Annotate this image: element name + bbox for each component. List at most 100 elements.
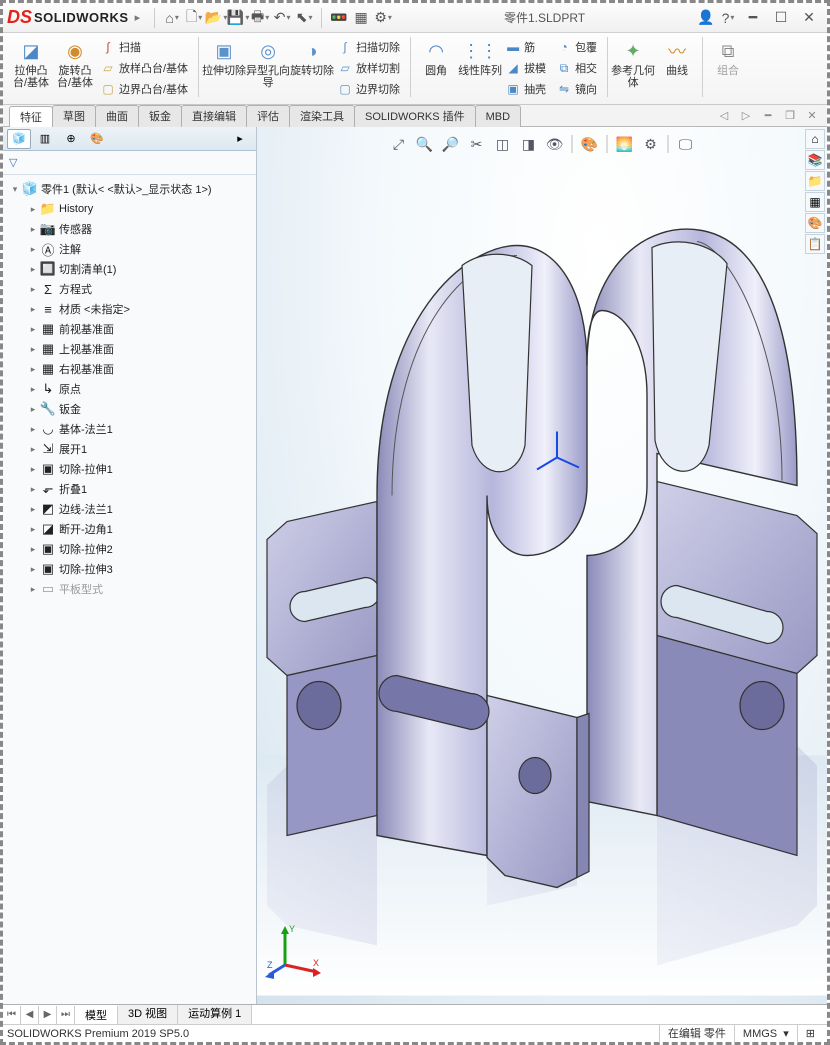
new-file-icon[interactable]: 🗋▾: [183, 7, 205, 29]
hide-show-icon[interactable]: 👁: [544, 133, 566, 155]
loft-button[interactable]: ▱放样凸台/基体: [97, 58, 191, 78]
tree-item[interactable]: ▸▭平板型式: [5, 579, 254, 599]
select-icon[interactable]: ⬉▾: [293, 7, 315, 29]
tree-item[interactable]: ▸🔲切割清单(1): [5, 259, 254, 279]
tree-item[interactable]: ▸▦上视基准面: [5, 339, 254, 359]
view-triad[interactable]: Y X Z: [265, 920, 325, 980]
tree-item[interactable]: ▸▦右视基准面: [5, 359, 254, 379]
status-units[interactable]: MMGS ▾: [734, 1025, 797, 1043]
doc-restore-icon[interactable]: ❐: [781, 107, 799, 125]
tab-next-icon[interactable]: ▷: [737, 107, 755, 125]
edit-appearance-icon[interactable]: 🎨: [579, 133, 601, 155]
print-icon[interactable]: 🖶▾: [249, 7, 271, 29]
save-icon[interactable]: 💾▾: [227, 7, 249, 29]
tree-item[interactable]: ▸▣切除-拉伸3: [5, 559, 254, 579]
extrude-cut-button[interactable]: ▣ 拉伸切除: [202, 37, 246, 101]
tree-item[interactable]: ▸Ⓐ注解: [5, 239, 254, 259]
sweep-button[interactable]: ∫扫描: [97, 37, 191, 57]
tree-root[interactable]: ▾🧊 零件1 (默认< <默认>_显示状态 1>): [5, 179, 254, 199]
tree-tab-featuremanager[interactable]: 🧊: [7, 129, 31, 149]
taskpane-file-explorer-icon[interactable]: 📁: [805, 171, 825, 191]
section-view-icon[interactable]: ✂: [466, 133, 488, 155]
graphics-viewport[interactable]: ⤢ 🔍 🔎 ✂ ◫ ◨ 👁 🎨 🌅 ⚙ 🖵 ⌂ 📚 📁 ▦ 🎨 📋: [257, 127, 827, 1004]
tab-nav-next-icon[interactable]: ▶: [39, 1006, 57, 1024]
extrude-boss-button[interactable]: ◪ 拉伸凸台/基体: [9, 37, 53, 101]
zoom-area-icon[interactable]: 🔍: [414, 133, 436, 155]
tree-item[interactable]: ▸▣切除-拉伸1: [5, 459, 254, 479]
minimize-button[interactable]: ━: [739, 7, 767, 29]
maximize-button[interactable]: ☐: [767, 7, 795, 29]
doc-close-icon[interactable]: ✕: [803, 107, 821, 125]
intersect-button[interactable]: ⧉相交: [553, 58, 600, 78]
tab-direct-edit[interactable]: 直接编辑: [181, 105, 247, 127]
expand-menu-icon[interactable]: ▸: [135, 11, 141, 24]
fillet-button[interactable]: ◠ 圆角: [414, 37, 458, 101]
tree-item[interactable]: ▸≡材质 <未指定>: [5, 299, 254, 319]
tab-mbd[interactable]: MBD: [475, 105, 521, 127]
view-orientation-icon[interactable]: ◫: [492, 133, 514, 155]
tree-tab-more[interactable]: ▸: [228, 129, 252, 149]
open-icon[interactable]: 📂▾: [205, 7, 227, 29]
user-icon[interactable]: 👤: [695, 7, 717, 29]
help-icon[interactable]: ?▾: [717, 7, 739, 29]
options-icon[interactable]: ▦: [350, 7, 372, 29]
loft-cut-button[interactable]: ▱放样切割: [334, 58, 403, 78]
draft-button[interactable]: ◢拔模: [502, 58, 549, 78]
hole-wizard-button[interactable]: ◎ 异型孔向导: [246, 37, 290, 101]
taskpane-resources-icon[interactable]: ⌂: [805, 129, 825, 149]
tree-tab-displaymanager[interactable]: 🎨: [85, 129, 109, 149]
tree-item[interactable]: ▸⇲展开1: [5, 439, 254, 459]
feature-tree[interactable]: ▾🧊 零件1 (默认< <默认>_显示状态 1>) ▸📁History▸📷传感器…: [3, 175, 256, 1004]
tree-item[interactable]: ▸Σ方程式: [5, 279, 254, 299]
tree-item[interactable]: ▸↳原点: [5, 379, 254, 399]
boundary-button[interactable]: ▢边界凸台/基体: [97, 79, 191, 99]
taskpane-view-palette-icon[interactable]: ▦: [805, 192, 825, 212]
tree-item[interactable]: ▸🔧钣金: [5, 399, 254, 419]
bottom-tab-model[interactable]: 模型: [75, 1005, 118, 1025]
boundary-cut-button[interactable]: ▢边界切除: [334, 79, 403, 99]
curves-button[interactable]: 〰 曲线: [655, 37, 699, 101]
revolve-cut-button[interactable]: ◑ 旋转切除: [290, 37, 334, 101]
tree-filter[interactable]: ▽: [3, 151, 256, 175]
tree-item[interactable]: ▸◩边线-法兰1: [5, 499, 254, 519]
tree-item[interactable]: ▸📁History: [5, 199, 254, 219]
undo-icon[interactable]: ↶▾: [271, 7, 293, 29]
tree-item[interactable]: ▸⬐折叠1: [5, 479, 254, 499]
tab-nav-prev-icon[interactable]: ◀: [21, 1006, 39, 1024]
status-custom-icon[interactable]: ⊞: [797, 1025, 823, 1043]
mirror-button[interactable]: ⇋镜向: [553, 79, 600, 99]
tab-features[interactable]: 特征: [9, 106, 53, 128]
taskpane-appearances-icon[interactable]: 🎨: [805, 213, 825, 233]
doc-minimize-icon[interactable]: ━: [759, 107, 777, 125]
tree-tab-configmanager[interactable]: ⊕: [59, 129, 83, 149]
tree-item[interactable]: ▸◪断开-边角1: [5, 519, 254, 539]
zoom-fit-icon[interactable]: ⤢: [388, 133, 410, 155]
settings-icon[interactable]: ⚙▾: [372, 7, 394, 29]
render-icon[interactable]: 🖵: [675, 133, 697, 155]
bottom-tab-motion[interactable]: 运动算例 1: [178, 1005, 252, 1025]
display-style-icon[interactable]: ◨: [518, 133, 540, 155]
revolve-boss-button[interactable]: ◉ 旋转凸台/基体: [53, 37, 97, 101]
bottom-tab-3dview[interactable]: 3D 视图: [118, 1005, 178, 1025]
sweep-cut-button[interactable]: ∫扫描切除: [334, 37, 403, 57]
tree-item[interactable]: ▸📷传感器: [5, 219, 254, 239]
wrap-button[interactable]: ◔包覆: [553, 37, 600, 57]
tab-prev-icon[interactable]: ◁: [715, 107, 733, 125]
shell-button[interactable]: ▣抽壳: [502, 79, 549, 99]
tree-item[interactable]: ▸▣切除-拉伸2: [5, 539, 254, 559]
rebuild-icon[interactable]: 🚥: [328, 7, 350, 29]
taskpane-custom-props-icon[interactable]: 📋: [805, 234, 825, 254]
linear-pattern-button[interactable]: ⋮⋮ 线性阵列: [458, 37, 502, 101]
tab-surfaces[interactable]: 曲面: [95, 105, 139, 127]
tab-addins[interactable]: SOLIDWORKS 插件: [354, 105, 476, 127]
rib-button[interactable]: ▬筋: [502, 37, 549, 57]
home-icon[interactable]: ⌂▾: [161, 7, 183, 29]
tree-tab-propertymanager[interactable]: ▥: [33, 129, 57, 149]
previous-view-icon[interactable]: 🔎: [440, 133, 462, 155]
tab-nav-last-icon[interactable]: ⏭: [57, 1006, 75, 1024]
tab-sheetmetal[interactable]: 钣金: [138, 105, 182, 127]
apply-scene-icon[interactable]: 🌅: [614, 133, 636, 155]
taskpane-design-library-icon[interactable]: 📚: [805, 150, 825, 170]
tab-render[interactable]: 渲染工具: [289, 105, 355, 127]
tree-item[interactable]: ▸▦前视基准面: [5, 319, 254, 339]
